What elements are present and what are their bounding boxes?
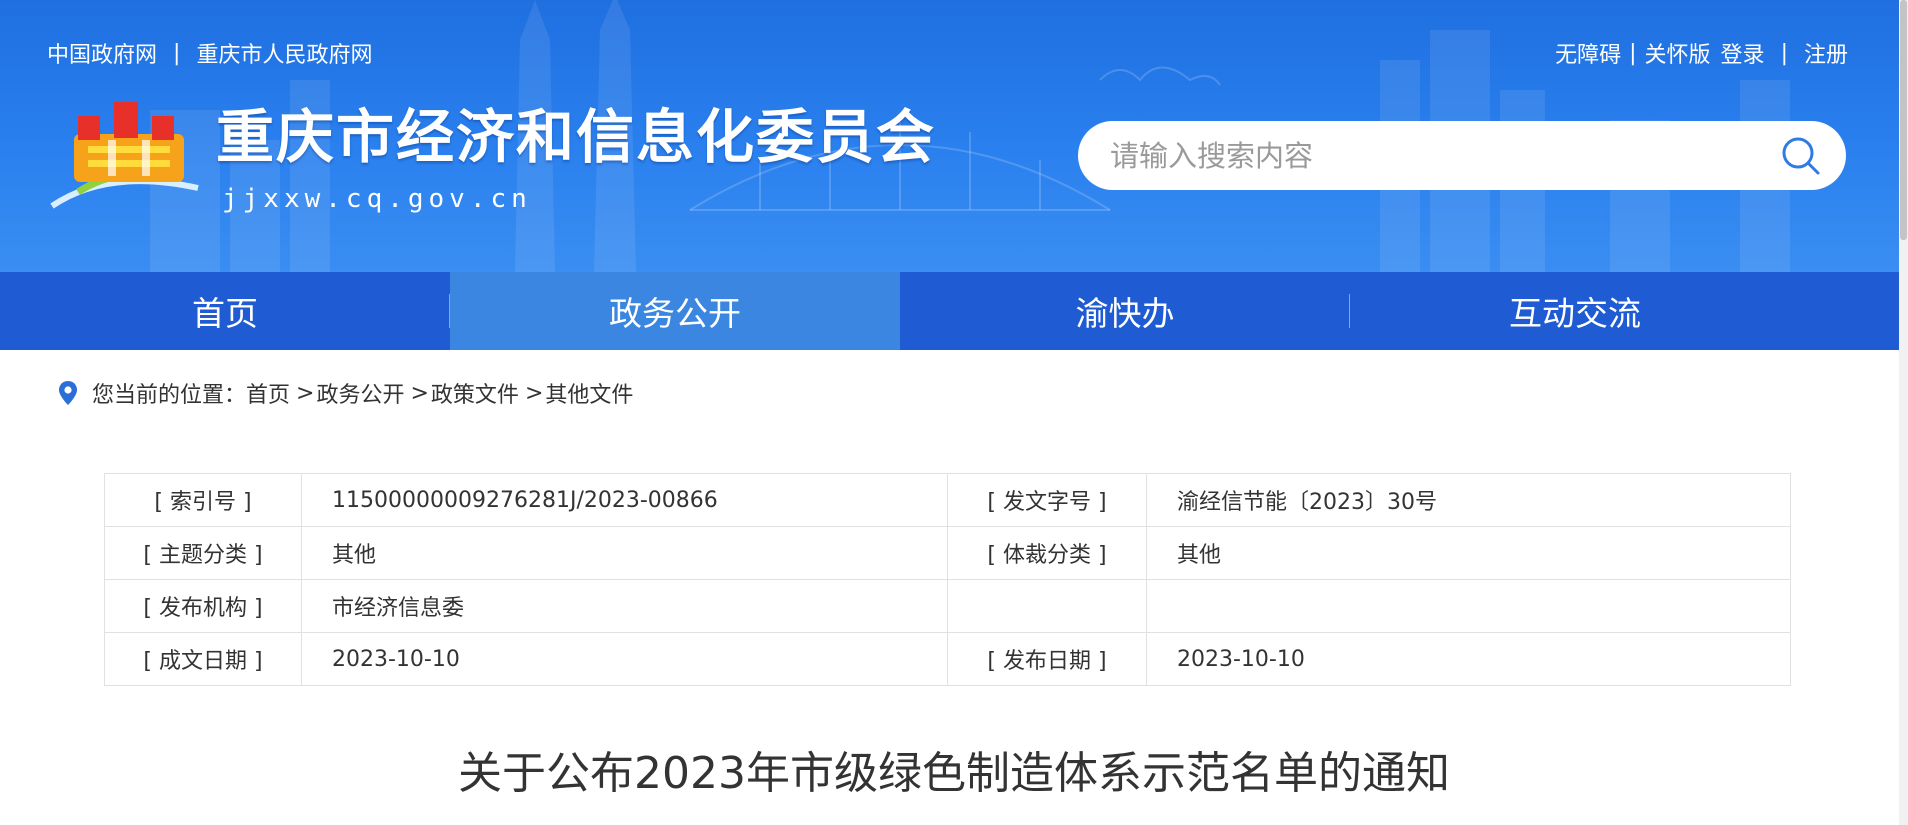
meta-label-written-date: [ 成文日期 ] (104, 632, 302, 686)
top-links-left: 中国政府网 | 重庆市人民政府网 (47, 37, 372, 69)
vertical-scrollbar[interactable] (1899, 0, 1908, 825)
meta-value-genre: 其他 (1146, 526, 1791, 580)
register-link[interactable]: 注册 (1804, 37, 1848, 69)
nav-item-home[interactable]: 首页 (0, 272, 450, 350)
main-nav: 首页 政务公开 渝快办 互动交流 (0, 272, 1908, 350)
meta-value-doc-no: 渝经信节能〔2023〕30号 (1146, 473, 1791, 527)
location-pin-icon (59, 381, 77, 405)
meta-label-genre: [ 体裁分类 ] (947, 526, 1147, 580)
meta-value-publish-date: 2023-10-10 (1146, 632, 1791, 686)
meta-value-empty (1146, 579, 1791, 633)
divider: | (1780, 40, 1788, 66)
search-box (1078, 121, 1846, 190)
meta-value-written-date: 2023-10-10 (301, 632, 948, 686)
nav-item-interaction[interactable]: 互动交流 (1350, 272, 1800, 350)
meta-value-topic: 其他 (301, 526, 948, 580)
site-header: 中国政府网 | 重庆市人民政府网 无障碍 | 关怀版 登录 | 注册 重庆市经济… (0, 0, 1908, 272)
breadcrumb-policy-docs[interactable]: 政策文件 (431, 377, 519, 409)
meta-label-index-no: [ 索引号 ] (104, 473, 302, 527)
table-row: [ 索引号 ] 11500000009276281J/2023-00866 [ … (104, 473, 1791, 527)
breadcrumb: 您当前的位置： 首页 > 政务公开 > 政策文件 > 其他文件 (58, 378, 633, 408)
breadcrumb-separator: > (296, 380, 315, 406)
top-links-right: 无障碍 | 关怀版 登录 | 注册 (1555, 37, 1848, 69)
divider: | (1629, 40, 1637, 66)
meta-value-publisher: 市经济信息委 (301, 579, 948, 633)
table-row: [ 成文日期 ] 2023-10-10 [ 发布日期 ] 2023-10-10 (104, 632, 1791, 686)
breadcrumb-other-docs[interactable]: 其他文件 (545, 377, 633, 409)
link-cq-gov[interactable]: 重庆市人民政府网 (196, 37, 372, 69)
meta-label-topic: [ 主题分类 ] (104, 526, 302, 580)
meta-label-doc-no: [ 发文字号 ] (947, 473, 1147, 527)
meta-value-index-no: 11500000009276281J/2023-00866 (301, 473, 948, 527)
article-title: 关于公布2023年市级绿色制造体系示范名单的通知 (458, 748, 1450, 799)
document-meta-table: [ 索引号 ] 11500000009276281J/2023-00866 [ … (104, 473, 1791, 686)
site-domain: jjxxw.cq.gov.cn (222, 184, 532, 214)
login-link[interactable]: 登录 (1721, 37, 1765, 69)
breadcrumb-prefix: 您当前的位置： (92, 383, 247, 408)
breadcrumb-gov-affairs[interactable]: 政务公开 (316, 377, 404, 409)
breadcrumb-separator: > (410, 380, 429, 406)
nav-item-gov-affairs[interactable]: 政务公开 (450, 272, 900, 350)
link-gov-cn[interactable]: 中国政府网 (47, 37, 157, 69)
meta-label-empty (947, 579, 1147, 633)
nav-item-label: 首页 (192, 294, 258, 333)
nav-item-label: 渝快办 (1075, 294, 1175, 333)
care-version-link[interactable]: 关怀版 (1645, 37, 1711, 69)
meta-label-publisher: [ 发布机构 ] (104, 579, 302, 633)
table-row: [ 主题分类 ] 其他 [ 体裁分类 ] 其他 (104, 526, 1791, 580)
meta-label-publish-date: [ 发布日期 ] (947, 632, 1147, 686)
accessibility-link[interactable]: 无障碍 (1555, 37, 1621, 69)
breadcrumb-separator: > (524, 380, 544, 406)
search-icon[interactable] (1780, 135, 1822, 177)
nav-item-yukuaiban[interactable]: 渝快办 (900, 272, 1350, 350)
table-row: [ 发布机构 ] 市经济信息委 (104, 579, 1791, 633)
site-title[interactable]: 重庆市经济和信息化委员会 (216, 108, 936, 166)
divider: | (173, 40, 181, 66)
scrollbar-thumb[interactable] (1900, 0, 1907, 240)
search-input[interactable] (1108, 137, 1780, 174)
nav-item-label: 互动交流 (1509, 294, 1641, 333)
chongqing-emblem-logo[interactable] (48, 96, 204, 216)
breadcrumb-home[interactable]: 首页 (246, 377, 290, 409)
nav-item-label: 政务公开 (609, 294, 741, 333)
